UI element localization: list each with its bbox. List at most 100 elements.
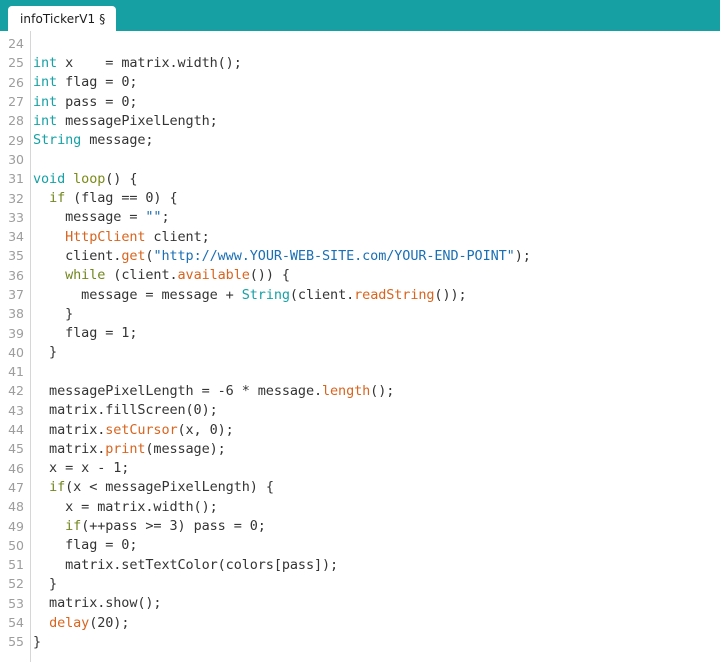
line-number: 53 [8,595,24,611]
code-line-text[interactable]: matrix.fillScreen(0); [24,402,218,418]
code-line-text[interactable]: } [24,306,73,322]
code-line[interactable]: 33 message = ""; [0,208,720,227]
code-line-text[interactable]: messagePixelLength = -6 * message.length… [24,383,394,399]
code-token-plain: flag = 1; [33,325,138,342]
code-token-keyword: if [49,190,66,207]
code-token-plain: (++pass >= 3) pass = 0; [81,518,266,535]
code-line[interactable]: 39 flag = 1; [0,323,720,342]
code-line[interactable]: 31 void loop() { [0,169,720,188]
code-line[interactable]: 37 message = message + String(client.rea… [0,285,720,304]
code-line-text[interactable]: client.get("http://www.YOUR-WEB-SITE.com… [24,248,531,264]
code-line[interactable]: 46 x = x - 1; [0,459,720,478]
code-line[interactable]: 48 x = matrix.width(); [0,497,720,516]
code-line-text[interactable]: int pass = 0; [24,94,137,110]
code-line[interactable]: 27 int pass = 0; [0,92,720,111]
code-line-text[interactable]: int flag = 0; [24,74,137,90]
code-line-text[interactable]: int x = matrix.width(); [24,55,242,71]
code-line-text[interactable]: if (flag == 0) { [24,190,178,206]
code-line[interactable]: 36 while (client.available()) { [0,266,720,285]
code-line[interactable]: 49 if(++pass >= 3) pass = 0; [0,516,720,535]
code-token-keyword: if [65,518,82,535]
code-token-type: int [33,112,58,129]
code-line-text[interactable] [24,151,41,167]
code-line-text[interactable]: if(x < messagePixelLength) { [24,479,274,495]
code-line-text[interactable]: x = x - 1; [24,460,129,476]
code-line-text[interactable] [24,364,41,380]
tab-infotickerv1[interactable]: infoTickerV1 § [8,6,117,31]
code-line-text[interactable]: x = matrix.width(); [24,499,218,515]
line-number: 28 [8,113,24,129]
code-line-text[interactable]: int messagePixelLength; [24,113,218,129]
code-line-text[interactable]: matrix.show(); [24,595,162,611]
code-line[interactable]: 51 matrix.setTextColor(colors[pass]); [0,555,720,574]
code-line-text[interactable]: } [24,634,41,650]
line-number: 39 [8,325,24,341]
code-line-text[interactable]: if(++pass >= 3) pass = 0; [24,518,266,534]
code-line-text[interactable]: message = ""; [24,209,169,225]
code-token-plain: messagePixelLength; [57,112,218,129]
code-line-text[interactable]: } [24,344,57,360]
code-token-plain: message = [33,209,146,226]
code-token-function: delay [49,614,90,631]
code-token-function: setCursor [105,421,178,438]
code-line[interactable]: 41 [0,362,720,381]
code-line[interactable]: 43 matrix.fillScreen(0); [0,401,720,420]
code-line-text[interactable]: matrix.setCursor(x, 0); [24,422,234,438]
code-line[interactable]: 35 client.get("http://www.YOUR-WEB-SITE.… [0,246,720,265]
code-line[interactable]: 28 int messagePixelLength; [0,111,720,130]
code-token-function: print [105,440,146,457]
code-line[interactable]: 32 if (flag == 0) { [0,188,720,207]
code-token-plain: matrix.fillScreen(0); [33,402,218,419]
code-line-text[interactable]: void loop() { [24,170,138,187]
line-number: 40 [8,344,24,360]
line-number: 25 [8,55,24,71]
code-line[interactable]: 30 [0,150,720,169]
code-line-text[interactable]: } [24,576,57,592]
tab-bar: infoTickerV1 § [0,0,720,31]
code-line-text[interactable]: HttpClient client; [24,229,210,245]
line-number: 33 [8,209,24,225]
code-line[interactable]: 24 [0,34,720,53]
code-token-plain: matrix.setTextColor(colors[pass]); [33,556,339,573]
code-token-type: int [33,54,58,71]
code-token-user_function: loop [73,170,106,187]
code-token-plain: (client. [105,267,178,284]
code-line-text[interactable]: String message; [24,132,154,148]
code-line-text[interactable]: flag = 0; [24,537,137,553]
code-line[interactable]: 38 } [0,304,720,323]
code-token-plain: (message); [145,440,226,457]
line-number: 38 [8,306,24,322]
code-token-plain: (flag == 0) { [65,190,178,207]
code-line[interactable]: 50 flag = 0; [0,536,720,555]
line-number: 44 [8,422,24,438]
code-line[interactable]: 44 matrix.setCursor(x, 0); [0,420,720,439]
code-line-text[interactable]: delay(20); [24,615,129,631]
code-line[interactable]: 52 } [0,574,720,593]
code-line[interactable]: 42 messagePixelLength = -6 * message.len… [0,381,720,400]
code-line[interactable]: 45 matrix.print(message); [0,439,720,458]
code-line-text[interactable]: matrix.print(message); [24,441,226,457]
code-line[interactable]: 34 HttpClient client; [0,227,720,246]
code-line-text[interactable]: while (client.available()) { [24,267,290,283]
code-line[interactable]: 40 } [0,343,720,362]
code-token-function: readString [354,286,435,303]
code-line-text[interactable] [24,36,41,52]
code-line[interactable]: 26 int flag = 0; [0,73,720,92]
code-line[interactable]: 54 delay(20); [0,613,720,632]
code-line[interactable]: 29 String message; [0,130,720,149]
code-line[interactable]: 47 if(x < messagePixelLength) { [0,478,720,497]
code-editor[interactable]: 24 25 int x = matrix.width(); 26 int flag =… [0,31,720,662]
code-line-text[interactable]: flag = 1; [24,325,137,341]
code-line[interactable]: 53 matrix.show(); [0,594,720,613]
line-number: 36 [8,267,24,283]
code-line-text[interactable]: matrix.setTextColor(colors[pass]); [24,557,338,573]
code-token-function: length [322,382,371,399]
code-line-text[interactable]: message = message + String(client.readSt… [24,286,466,303]
code-line[interactable]: 55} [0,632,720,651]
code-line[interactable]: 25 int x = matrix.width(); [0,53,720,72]
code-token-function: HttpClient [65,228,146,245]
code-token-string: "http://www.YOUR-WEB-SITE.com/YOUR-END-P… [153,247,515,264]
